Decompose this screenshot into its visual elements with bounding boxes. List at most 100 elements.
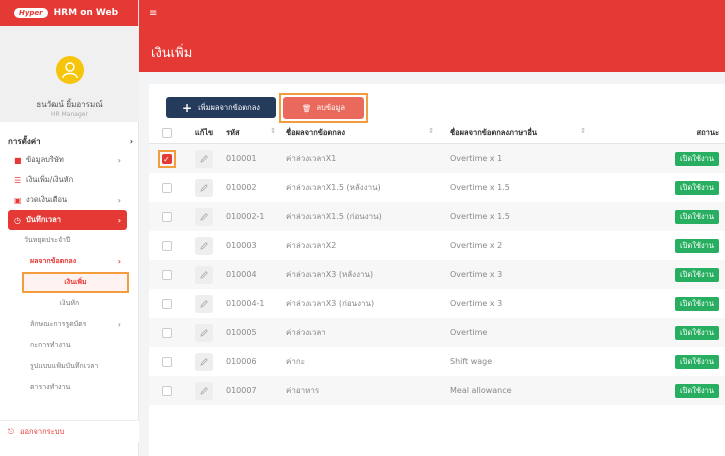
row-checkbox[interactable] bbox=[161, 385, 172, 396]
chevron-right-icon: › bbox=[117, 320, 121, 329]
status-badge[interactable]: เปิดใช้งาน bbox=[675, 354, 719, 369]
delete-button-highlight: 🗑 ลบข้อมูล bbox=[279, 93, 368, 123]
header-status[interactable]: สถานะ bbox=[592, 127, 725, 139]
sub-item-pattern[interactable]: รูปแบบแฟ้มบันทึกเวลา bbox=[0, 356, 139, 377]
row-checkbox[interactable]: ✓ bbox=[161, 153, 172, 164]
row-checkbox[interactable] bbox=[161, 269, 172, 280]
add-button-label: เพิ่มผลจากข้อตกลง bbox=[198, 102, 260, 112]
edit-button[interactable] bbox=[195, 294, 213, 313]
sidebar-item-label: งวดเงินเดือน bbox=[26, 195, 68, 204]
cell-other-name: Overtime x 1.5 bbox=[450, 183, 510, 192]
cell-code: 010004 bbox=[226, 270, 257, 279]
status-badge[interactable]: เปิดใช้งาน bbox=[675, 151, 719, 166]
brand[interactable]: Hyper HRM on Web bbox=[0, 0, 138, 26]
chevron-right-icon: › bbox=[117, 215, 121, 225]
trash-icon: 🗑 bbox=[301, 103, 312, 113]
status-badge[interactable]: เปิดใช้งาน bbox=[675, 209, 719, 224]
table-row[interactable]: 010004 ค่าล่วงเวลาX3 (หลังงาน) Overtime … bbox=[149, 260, 725, 289]
cell-code: 010004-1 bbox=[226, 299, 265, 308]
edit-button[interactable] bbox=[195, 149, 213, 168]
sub-item-label: รูปแบบแฟ้มบันทึกเวลา bbox=[30, 362, 99, 370]
sidebar-item-income-deduction[interactable]: ☰ เงินเพิ่ม/เงินหัก bbox=[0, 170, 139, 190]
edit-button[interactable] bbox=[195, 207, 213, 226]
cell-name: ค่าล่วงเวลาX1 bbox=[286, 154, 337, 163]
cell-name: ค่าล่วงเวลาX1.5 (ก่อนงาน) bbox=[286, 212, 382, 221]
edit-button[interactable] bbox=[195, 352, 213, 371]
hamburger-menu-icon[interactable]: ≡ bbox=[149, 8, 157, 19]
header-name-label: ชื่อผลจากข้อตกลง bbox=[286, 127, 346, 137]
sub-item-card-type[interactable]: ลักษณะการรูดบัตร › bbox=[0, 314, 139, 335]
header-other-label: ชื่อผลจากข้อตกลงภาษาอื่น bbox=[450, 127, 537, 137]
edit-button[interactable] bbox=[195, 236, 213, 255]
status-badge[interactable]: เปิดใช้งาน bbox=[675, 296, 719, 311]
cell-other-name: Overtime bbox=[450, 328, 488, 337]
pencil-icon bbox=[200, 154, 208, 163]
select-all-checkbox[interactable] bbox=[161, 127, 172, 138]
chevron-right-icon: › bbox=[117, 155, 121, 165]
cell-code: 010002 bbox=[226, 183, 257, 192]
header-status-label: สถานะ bbox=[696, 127, 720, 137]
table-row[interactable]: 010005 ค่าล่วงเวลา Overtime เปิดใช้งาน bbox=[149, 318, 725, 347]
sidebar-item-time-record[interactable]: ◷ บันทึกเวลา › bbox=[8, 210, 127, 230]
row-checkbox[interactable] bbox=[161, 327, 172, 338]
status-badge[interactable]: เปิดใช้งาน bbox=[675, 238, 719, 253]
menu-section-label: การตั้งค่า bbox=[8, 136, 41, 146]
row-checkbox[interactable] bbox=[161, 240, 172, 251]
cell-code: 010005 bbox=[226, 328, 257, 337]
sub-item-deduction[interactable]: เงินหัก bbox=[0, 293, 139, 314]
sub-item-income[interactable]: เงินเพิ่ม bbox=[22, 272, 129, 293]
table-row[interactable]: 010003 ค่าล่วงเวลาX2 Overtime x 2 เปิดใช… bbox=[149, 231, 725, 260]
sub-item-label: ผลจากข้อตกลง bbox=[30, 257, 77, 265]
status-badge[interactable]: เปิดใช้งาน bbox=[675, 180, 719, 195]
sub-item-label: กะการทำงาน bbox=[30, 341, 71, 349]
cell-name: ค่าล่วงเวลาX2 bbox=[286, 241, 337, 250]
status-badge[interactable]: เปิดใช้งาน bbox=[675, 325, 719, 340]
table-row[interactable]: 010002-1 ค่าล่วงเวลาX1.5 (ก่อนงาน) Overt… bbox=[149, 202, 725, 231]
cell-other-name: Overtime x 1.5 bbox=[450, 212, 510, 221]
sidebar-item-company[interactable]: ■ ข้อมูลบริษัท › bbox=[0, 150, 139, 170]
status-badge[interactable]: เปิดใช้งาน bbox=[675, 267, 719, 282]
row-checkbox[interactable] bbox=[161, 211, 172, 222]
table-row[interactable]: 010002 ค่าล่วงเวลาX1.5 (หลังงาน) Overtim… bbox=[149, 173, 725, 202]
user-icon bbox=[62, 62, 78, 79]
sidebar-menu: การตั้งค่า › ■ ข้อมูลบริษัท › ☰ เงินเพิ่… bbox=[0, 132, 139, 398]
edit-button[interactable] bbox=[195, 381, 213, 400]
table-row[interactable]: ✓ 010001 ค่าล่วงเวลาX1 Overtime x 1 เปิด… bbox=[149, 144, 725, 173]
status-badge[interactable]: เปิดใช้งาน bbox=[675, 383, 719, 398]
edit-button[interactable] bbox=[195, 178, 213, 197]
cell-name: ค่าล่วงเวลา bbox=[286, 328, 326, 337]
row-checkbox[interactable] bbox=[161, 182, 172, 193]
edit-button[interactable] bbox=[195, 265, 213, 284]
add-agreement-button[interactable]: + เพิ่มผลจากข้อตกลง bbox=[166, 97, 276, 118]
edit-button[interactable] bbox=[195, 323, 213, 342]
sub-item-shift[interactable]: กะการทำงาน bbox=[0, 335, 139, 356]
header-name[interactable]: ชื่อผลจากข้อตกลง ↕ bbox=[282, 127, 440, 139]
sub-item-holiday[interactable]: วันหยุดประจำปี bbox=[0, 230, 139, 251]
sort-icon: ↕ bbox=[270, 126, 276, 135]
header-code[interactable]: รหัส ↕ bbox=[224, 127, 282, 139]
pencil-icon bbox=[200, 299, 208, 308]
pencil-icon bbox=[200, 241, 208, 250]
logout-button[interactable]: ⎋ ออกจากระบบ bbox=[0, 420, 139, 442]
avatar[interactable] bbox=[56, 56, 84, 84]
table-row[interactable]: 010007 ค่าอาหาร Meal allowance เปิดใช้งา… bbox=[149, 376, 725, 405]
row-checkbox[interactable] bbox=[161, 356, 172, 367]
table-row[interactable]: 010004-1 ค่าล่วงเวลาX3 (ก่อนงาน) Overtim… bbox=[149, 289, 725, 318]
cell-code: 010003 bbox=[226, 241, 257, 250]
sub-item-schedule[interactable]: ตารางทำงาน bbox=[0, 377, 139, 398]
brand-name: HRM on Web bbox=[53, 8, 119, 18]
cell-name: ค่ากะ bbox=[286, 357, 305, 366]
sub-item-label: เงินเพิ่ม bbox=[64, 278, 87, 286]
cell-code: 010001 bbox=[226, 154, 257, 163]
clock-icon: ◷ bbox=[14, 215, 21, 225]
delete-button[interactable]: 🗑 ลบข้อมูล bbox=[283, 97, 364, 119]
table-row[interactable]: 010006 ค่ากะ Shift wage เปิดใช้งาน bbox=[149, 347, 725, 376]
table-header: แก้ไข รหัส ↕ ชื่อผลจากข้อตกลง ↕ ชื่อผลจา… bbox=[149, 122, 725, 144]
sub-item-agreement[interactable]: ผลจากข้อตกลง › bbox=[0, 251, 139, 272]
cell-code: 010002-1 bbox=[226, 212, 265, 221]
menu-section-settings[interactable]: การตั้งค่า › bbox=[0, 132, 139, 150]
sidebar-item-payroll-period[interactable]: ▣ งวดเงินเดือน › bbox=[0, 190, 139, 210]
header-other-name[interactable]: ชื่อผลจากข้อตกลงภาษาอื่น ↕ bbox=[440, 127, 592, 139]
row-checkbox[interactable] bbox=[161, 298, 172, 309]
sub-item-label: ลักษณะการรูดบัตร bbox=[30, 320, 87, 328]
